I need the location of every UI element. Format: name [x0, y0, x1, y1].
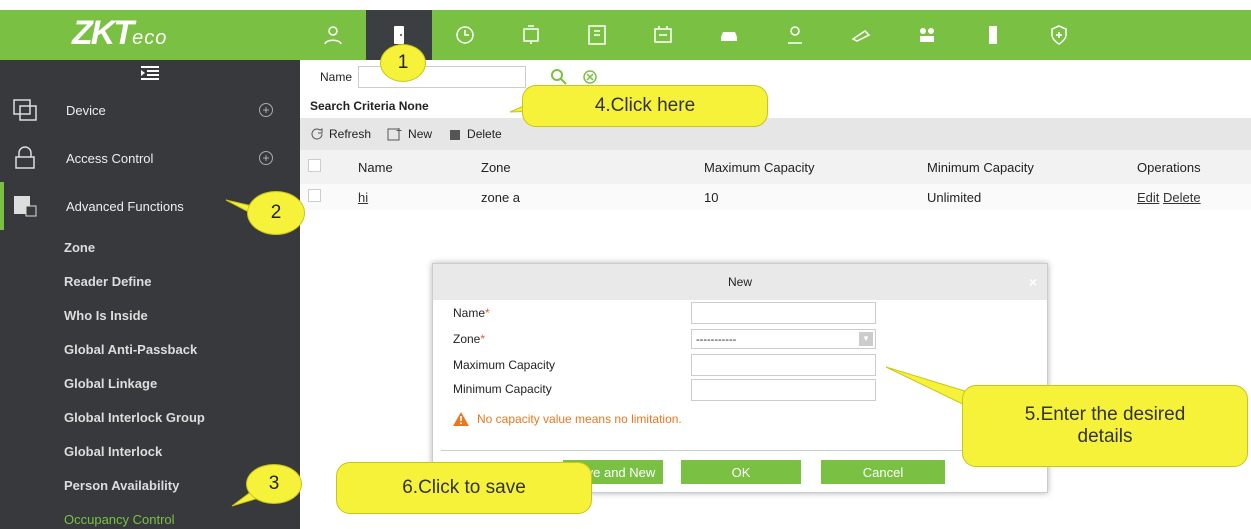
app-window: ZKTeco Device + Access Control + Advance…: [0, 0, 1251, 529]
step-4-callout: 4.Click here: [522, 85, 768, 127]
step-2-badge: 2: [247, 191, 305, 235]
step-5-callout: 5.Enter the desired details: [962, 385, 1248, 467]
step-6-callout: 6.Click to save: [336, 462, 592, 514]
step-3-badge: 3: [246, 464, 302, 504]
step-1-badge: 1: [380, 44, 426, 82]
